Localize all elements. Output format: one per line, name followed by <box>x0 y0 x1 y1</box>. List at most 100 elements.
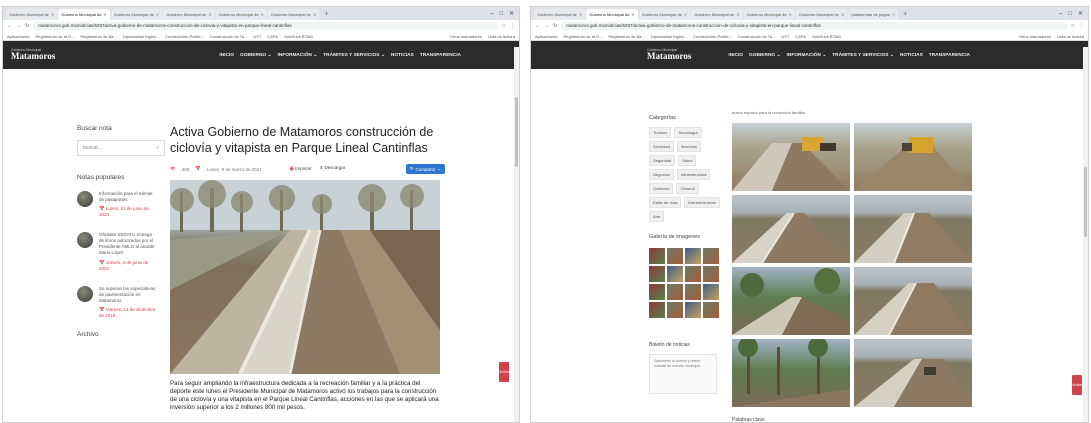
close-icon[interactable]: ✕ <box>892 9 895 20</box>
reload-icon[interactable]: ↻ <box>553 23 557 29</box>
maximize-icon[interactable]: □ <box>499 9 503 20</box>
site-logo[interactable]: Gobierno Municipal Matamoros <box>647 48 691 62</box>
forward-icon[interactable]: → <box>16 23 21 29</box>
bookmark-item[interactable]: Aplicaciones <box>535 34 557 39</box>
browser-tab[interactable]: Gobierno Municipal de ✕ <box>795 9 848 20</box>
site-logo[interactable]: Gobierno Municipal Matamoros <box>11 48 55 62</box>
bookmark-item[interactable]: Reglamento de Ba... <box>608 34 644 39</box>
bookmark-item[interactable]: OneDrive BTAM <box>812 34 841 39</box>
back-icon[interactable]: ← <box>7 23 12 29</box>
category-chip[interactable]: Negocios <box>649 169 674 180</box>
maximize-icon[interactable]: □ <box>1068 9 1072 20</box>
popular-note[interactable]: Información para el trámite de pasaporte… <box>77 191 167 218</box>
grid-photo[interactable] <box>854 267 972 335</box>
gallery-thumb[interactable] <box>685 266 701 282</box>
gallery-thumb[interactable] <box>703 248 719 264</box>
category-chip[interactable]: Infraestructura <box>676 169 711 180</box>
browser-tab[interactable]: Gobierno Municipal de ✕ <box>163 9 215 20</box>
gallery-thumb[interactable] <box>649 302 665 318</box>
gallery-thumb[interactable] <box>649 284 665 300</box>
close-icon[interactable]: ✕ <box>579 9 582 20</box>
category-chip[interactable]: Salud <box>678 155 697 166</box>
bookmark-item[interactable]: Reglamento de la G... <box>35 34 74 39</box>
close-window-icon[interactable]: ✕ <box>1078 9 1083 20</box>
bookmark-item[interactable]: Aplicaciones <box>7 34 29 39</box>
share-button[interactable]: ⟳ Compartir ⌄ <box>405 164 445 175</box>
gallery-thumb[interactable] <box>703 284 719 300</box>
search-icon[interactable]: ⌕ <box>156 145 159 151</box>
bookmark-item[interactable]: Construcción de Ta... <box>210 34 248 39</box>
gallery-thumb[interactable] <box>685 284 701 300</box>
browser-tab[interactable]: plataformas de pagos ✕ <box>848 9 899 20</box>
grid-photo[interactable] <box>732 195 850 263</box>
other-bookmarks[interactable]: Otros marcadores <box>450 34 482 39</box>
other-bookmarks[interactable]: Otros marcadores <box>1019 34 1051 39</box>
new-tab-button[interactable]: + <box>899 9 911 20</box>
browser-tab[interactable]: Gobierno Municipal de ✕ <box>691 9 743 20</box>
browser-tab[interactable]: Gobierno Municipal de ✕ <box>267 9 320 20</box>
url-field[interactable]: matamoros.gob.mx/noticias/6297/activa-go… <box>561 22 1067 30</box>
menu-item-noticias[interactable]: NOTICIAS <box>391 53 414 58</box>
bookmark-item[interactable]: Diplomados Ingles... <box>651 34 687 39</box>
search-input[interactable]: buscar... ⌕ <box>77 140 165 156</box>
close-icon[interactable]: ✕ <box>841 9 844 20</box>
menu-item-gobierno[interactable]: GOBIERNO ⌄ <box>240 53 271 58</box>
menu-item-informacion[interactable]: INFORMACIÓN ⌄ <box>278 53 318 58</box>
gallery-thumb[interactable] <box>667 266 683 282</box>
bookmark-item[interactable]: Reglamento de la G... <box>563 34 602 39</box>
grid-photo[interactable] <box>732 339 850 407</box>
gallery-thumb[interactable] <box>703 266 719 282</box>
scrollbar-thumb[interactable] <box>515 97 518 167</box>
menu-item-transparencia[interactable]: TRANSPARENCIA <box>420 53 461 58</box>
category-chip[interactable]: Gobierno <box>649 183 674 194</box>
category-chip[interactable]: Entretenimiento <box>684 197 721 208</box>
close-icon[interactable]: ✕ <box>156 9 159 20</box>
scrollbar[interactable] <box>1083 47 1088 422</box>
close-icon[interactable]: ✕ <box>789 9 792 20</box>
bookmark-item[interactable]: Construcción de Ta... <box>738 34 776 39</box>
grid-photo[interactable] <box>854 195 972 263</box>
gallery-thumb[interactable] <box>685 302 701 318</box>
forward-icon[interactable]: → <box>544 23 549 29</box>
newsletter-box[interactable]: Suscríbete al boletín y recibe noticias … <box>649 354 717 394</box>
gallery-thumb[interactable] <box>685 248 701 264</box>
menu-item-tramites[interactable]: TRÁMITES Y SERVICIOS ⌄ <box>832 53 894 58</box>
note-title[interactable]: Se superan las expectativas de pavimenta… <box>99 286 157 304</box>
grid-photo[interactable] <box>854 123 972 191</box>
close-icon[interactable]: ✕ <box>103 9 106 20</box>
category-chip[interactable]: Estilo de Vida <box>649 197 682 208</box>
close-icon[interactable]: ✕ <box>261 9 264 20</box>
scrollbar[interactable] <box>514 47 519 422</box>
category-chip[interactable]: Turismo <box>649 127 672 138</box>
close-window-icon[interactable]: ✕ <box>509 9 514 20</box>
star-icon[interactable]: ☆ <box>1071 23 1075 29</box>
category-chip[interactable]: Arte <box>649 211 665 222</box>
reading-list[interactable]: Lista de lectura <box>488 34 515 39</box>
note-title[interactable]: Oficiales SEDATU entrega de libros autor… <box>99 232 157 256</box>
scrollbar-thumb[interactable] <box>1084 167 1087 237</box>
browser-tab[interactable]: Gobierno Municipal de ✕ <box>534 9 586 20</box>
print-button[interactable]: 🖶 Imprimir <box>290 165 312 173</box>
menu-item-gobierno[interactable]: GOBIERNO ⌄ <box>749 53 780 58</box>
grid-photo[interactable] <box>854 339 972 407</box>
bookmark-item[interactable]: UST <box>781 34 789 39</box>
close-icon[interactable]: ✕ <box>736 9 739 20</box>
menu-dots-icon[interactable]: ⋮ <box>1079 23 1084 29</box>
popular-note[interactable]: Oficiales SEDATU entrega de libros autor… <box>77 232 167 271</box>
gallery-thumb[interactable] <box>649 266 665 282</box>
grid-photo[interactable] <box>732 123 850 191</box>
gallery-thumb[interactable] <box>667 248 683 264</box>
browser-tab[interactable]: Gobierno Municipal de ✕ <box>743 9 795 20</box>
bookmark-item[interactable]: CAPA <box>267 34 278 39</box>
category-chip[interactable]: Sociedad <box>649 141 674 152</box>
back-icon[interactable]: ← <box>535 23 540 29</box>
browser-tab[interactable]: Gobierno Municipal de ✕ <box>110 9 163 20</box>
close-icon[interactable]: ✕ <box>208 9 211 20</box>
browser-tab[interactable]: Gobierno Municipal de ✕ <box>638 9 691 20</box>
bookmark-item[interactable]: CAPA <box>795 34 806 39</box>
reload-icon[interactable]: ↻ <box>25 23 29 29</box>
close-icon[interactable]: ✕ <box>51 9 54 20</box>
browser-tab[interactable]: Gobierno Municipal de ✕ <box>215 9 267 20</box>
close-icon[interactable]: ✕ <box>684 9 687 20</box>
category-chip[interactable]: Tecnología <box>674 127 702 138</box>
